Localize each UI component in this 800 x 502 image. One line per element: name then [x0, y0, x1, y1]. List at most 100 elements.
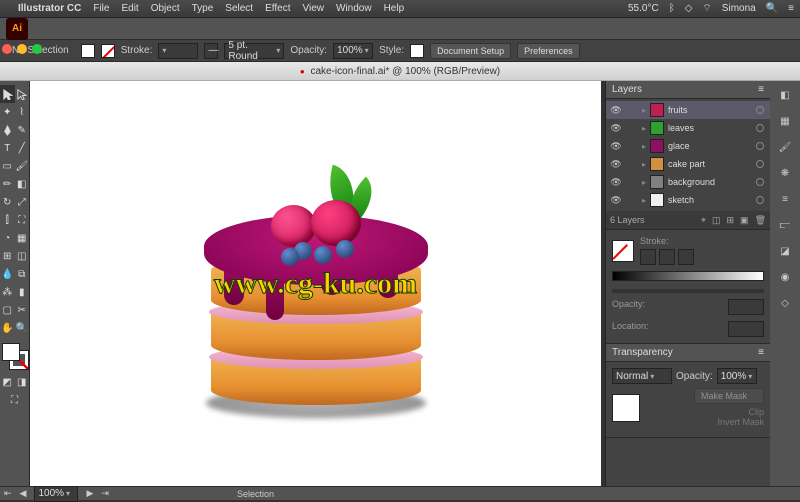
color-panel-icon[interactable]: ◧: [777, 87, 793, 103]
visibility-icon[interactable]: 👁: [610, 195, 622, 206]
brushes-panel-icon[interactable]: 🖌: [777, 139, 793, 155]
swatches-panel-icon[interactable]: ▦: [777, 113, 793, 129]
selection-tool[interactable]: [0, 85, 15, 103]
user-name[interactable]: Simona: [722, 3, 756, 14]
expand-arrow-icon[interactable]: ▸: [642, 106, 646, 115]
artboard-nav-next-icon[interactable]: ▶: [86, 488, 93, 499]
preferences-button[interactable]: Preferences: [517, 43, 580, 59]
shape-builder-tool[interactable]: ◔: [0, 229, 15, 247]
bluetooth-icon[interactable]: ᛒ: [669, 3, 675, 14]
magic-wand-tool[interactable]: ✦: [0, 103, 15, 121]
align-panel-icon[interactable]: ⫍: [777, 217, 793, 233]
expand-arrow-icon[interactable]: ▸: [642, 178, 646, 187]
artboard-tool[interactable]: ▢: [0, 301, 15, 319]
visibility-icon[interactable]: 👁: [610, 177, 622, 188]
pencil-tool[interactable]: ✏: [0, 175, 15, 193]
paintbrush-tool[interactable]: 🖌: [15, 157, 30, 175]
expand-arrow-icon[interactable]: ▸: [642, 160, 646, 169]
layer-row-background[interactable]: 👁 ▸ background: [606, 173, 770, 191]
invert-mask-checkbox[interactable]: Invert Mask: [644, 417, 764, 427]
layer-row-leaves[interactable]: 👁 ▸ leaves: [606, 119, 770, 137]
eyedropper-tool[interactable]: 💧: [0, 265, 15, 283]
locate-object-icon[interactable]: ⌖: [701, 215, 706, 226]
menu-type[interactable]: Type: [192, 3, 214, 14]
appearance-panel-icon[interactable]: ◉: [777, 269, 793, 285]
color-mode-button[interactable]: ◩: [0, 373, 15, 391]
new-layer-icon[interactable]: ▣: [740, 215, 749, 226]
slice-tool[interactable]: ✂: [15, 301, 30, 319]
gradient-ramp[interactable]: [612, 271, 764, 281]
visibility-icon[interactable]: 👁: [610, 159, 622, 170]
free-transform-tool[interactable]: ⛶: [15, 211, 30, 229]
menu-help[interactable]: Help: [384, 3, 405, 14]
target-icon[interactable]: [756, 124, 764, 132]
trans-thumb[interactable]: [612, 394, 640, 422]
layer-name[interactable]: leaves: [668, 123, 752, 133]
minimize-window-button[interactable]: [17, 44, 27, 54]
opacity-field[interactable]: 100%: [333, 43, 373, 59]
artboard-nav-last-icon[interactable]: ⇥: [101, 488, 109, 499]
rectangle-tool[interactable]: ▭: [0, 157, 15, 175]
clip-checkbox[interactable]: Clip: [644, 407, 764, 417]
mesh-tool[interactable]: ⊞: [0, 247, 15, 265]
delete-layer-icon[interactable]: 🗑: [755, 215, 766, 226]
hand-tool[interactable]: ✋: [0, 319, 15, 337]
gradient-slider[interactable]: [612, 289, 764, 293]
lasso-tool[interactable]: ⌇: [15, 103, 30, 121]
trans-opacity-field[interactable]: 100%: [717, 368, 757, 384]
layer-name[interactable]: cake part: [668, 159, 752, 169]
menu-window[interactable]: Window: [336, 3, 372, 14]
perspective-tool[interactable]: ▦: [15, 229, 30, 247]
layer-name[interactable]: background: [668, 177, 752, 187]
fill-swatch[interactable]: [81, 44, 95, 58]
target-icon[interactable]: [756, 178, 764, 186]
layer-name[interactable]: sketch: [668, 195, 752, 205]
stroke-swatch[interactable]: [101, 44, 115, 58]
symbol-sprayer-tool[interactable]: ⁂: [0, 283, 15, 301]
pathfinder-panel-icon[interactable]: ◪: [777, 243, 793, 259]
layer-row-fruits[interactable]: 👁 ▸ fruits: [606, 101, 770, 119]
visibility-icon[interactable]: 👁: [610, 105, 622, 116]
layers-tab[interactable]: Layers ≡: [606, 81, 770, 99]
menu-effect[interactable]: Effect: [265, 3, 290, 14]
zoom-tool[interactable]: 🔍: [15, 319, 30, 337]
layer-name[interactable]: fruits: [668, 105, 752, 115]
target-icon[interactable]: [756, 196, 764, 204]
zoom-level-field[interactable]: 100%: [34, 486, 78, 502]
menu-extras-icon[interactable]: ≡: [788, 3, 794, 14]
app-name[interactable]: Illustrator CC: [18, 3, 81, 14]
curvature-tool[interactable]: ✎: [15, 121, 30, 139]
close-window-button[interactable]: [2, 44, 12, 54]
dropbox-icon[interactable]: ◇: [685, 3, 693, 14]
graphic-styles-panel-icon[interactable]: ◇: [777, 295, 793, 311]
transparency-tab[interactable]: Transparency ≡: [606, 344, 770, 362]
visibility-icon[interactable]: 👁: [610, 141, 622, 152]
gradient-swatch[interactable]: [612, 240, 634, 262]
menu-file[interactable]: File: [93, 3, 109, 14]
blend-tool[interactable]: ⧉: [15, 265, 30, 283]
target-icon[interactable]: [756, 142, 764, 150]
type-tool[interactable]: T: [0, 139, 15, 157]
direct-selection-tool[interactable]: [15, 85, 30, 103]
expand-arrow-icon[interactable]: ▸: [642, 124, 646, 133]
expand-arrow-icon[interactable]: ▸: [642, 196, 646, 205]
spotlight-icon[interactable]: 🔍: [766, 3, 778, 14]
grad-stroke-btn-3[interactable]: [678, 249, 694, 265]
graph-tool[interactable]: ▮: [15, 283, 30, 301]
menu-object[interactable]: Object: [151, 3, 180, 14]
pen-tool[interactable]: [0, 121, 15, 139]
width-tool[interactable]: ⫿: [0, 211, 15, 229]
grad-opacity-field[interactable]: [728, 299, 764, 315]
canvas[interactable]: www.cg-ku.com: [30, 81, 601, 486]
menu-view[interactable]: View: [302, 3, 324, 14]
panel-menu-icon[interactable]: ≡: [758, 347, 764, 358]
expand-arrow-icon[interactable]: ▸: [642, 142, 646, 151]
layer-row-sketch[interactable]: 👁 ▸ sketch: [606, 191, 770, 209]
layer-name[interactable]: glace: [668, 141, 752, 151]
brush-def-dropdown[interactable]: 5 pt. Round: [224, 43, 284, 59]
screen-mode-button[interactable]: ⛶: [0, 391, 29, 409]
gradient-tool[interactable]: ◫: [15, 247, 30, 265]
grad-location-field[interactable]: [728, 321, 764, 337]
visibility-icon[interactable]: 👁: [610, 123, 622, 134]
graphic-style-swatch[interactable]: [410, 44, 424, 58]
